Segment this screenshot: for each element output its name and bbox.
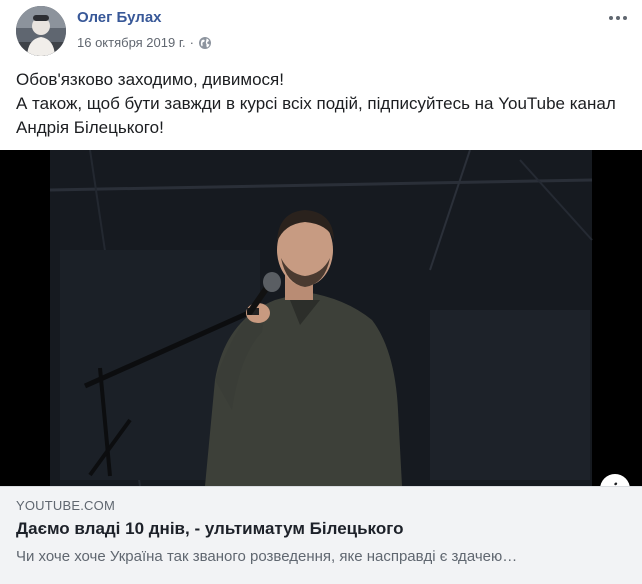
- post-meta: 16 октября 2019 г. ·: [77, 35, 212, 50]
- avatar-photo: [16, 6, 66, 56]
- globe-icon[interactable]: [198, 36, 212, 50]
- post-date[interactable]: 16 октября 2019 г.: [77, 35, 186, 50]
- preview-title[interactable]: Даємо владі 10 днів, - ультиматум Білець…: [16, 519, 403, 539]
- preview-description: Чи хоче хоче Україна так званого розведе…: [16, 548, 518, 565]
- meta-separator: ·: [189, 35, 194, 50]
- author-avatar[interactable]: [16, 6, 66, 56]
- speaker-photo: [0, 150, 642, 486]
- author-name[interactable]: Олег Булах: [77, 9, 162, 26]
- more-options-icon[interactable]: [606, 8, 630, 28]
- post-text: Обов'язково заходимо, дивимося! А також,…: [16, 68, 628, 140]
- preview-domain: YOUTUBE.COM: [16, 498, 115, 513]
- post-text-line: Андрія Білецького!: [16, 118, 164, 137]
- post-text-line: Обов'язково заходимо, дивимося!: [16, 70, 284, 89]
- post-text-line: А також, щоб бути завжди в курсі всіх по…: [16, 94, 616, 113]
- link-preview[interactable]: YOUTUBE.COM Даємо владі 10 днів, - ульти…: [0, 486, 642, 584]
- facebook-post: Олег Булах 16 октября 2019 г. · Обов'язк…: [0, 0, 642, 584]
- video-thumbnail[interactable]: [0, 150, 642, 486]
